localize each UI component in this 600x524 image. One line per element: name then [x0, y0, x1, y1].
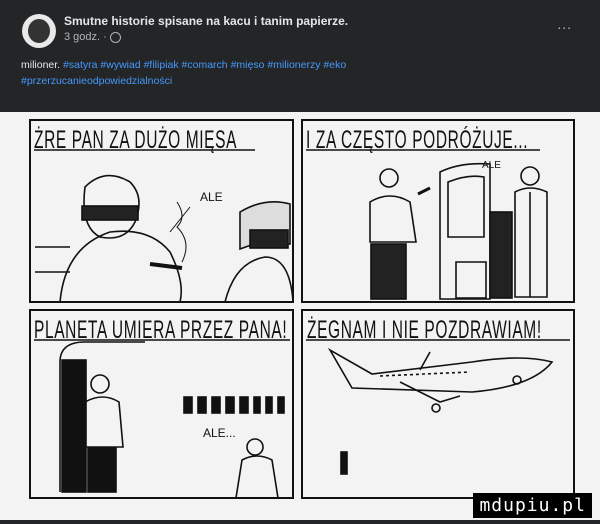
caption-text: milioner. — [21, 59, 61, 71]
hashtag[interactable]: #satyra — [63, 59, 97, 71]
hashtag[interactable]: #milionerzy — [267, 59, 320, 71]
panel-3-ale: ALE... — [203, 426, 236, 440]
page-avatar[interactable] — [22, 14, 56, 48]
globe-icon — [109, 31, 121, 43]
bottom-bar — [0, 520, 600, 524]
panel-1-ale: ALE — [200, 190, 223, 204]
panel-4-title: ŻEGNAM I NIE POZDRAWIAM! — [307, 316, 542, 344]
post-header: Smutne historie spisane na kacu i tanim … — [0, 0, 600, 112]
page-name[interactable]: Smutne historie spisane na kacu i tanim … — [64, 14, 348, 28]
hashtag[interactable]: #mięso — [231, 59, 265, 71]
hashtag[interactable]: #filipiak — [144, 59, 179, 71]
comic-image[interactable]: ŻRE PAN ZA DUŻO MIĘSA ALE I ZA CZĘSTO PO… — [0, 112, 600, 524]
post-meta: 3 godz. · — [64, 31, 121, 43]
panel-4-art — [327, 347, 554, 475]
panel-3-art — [59, 341, 285, 499]
hashtag[interactable]: #comarch — [182, 59, 228, 71]
panel-2-ale: ALE — [482, 160, 501, 171]
panel-1-title: ŻRE PAN ZA DUŻO MIĘSA — [34, 126, 238, 154]
hashtag[interactable]: #przerzucanieodpowiedzialności — [21, 75, 172, 87]
panel-2-title: I ZA CZĘSTO PODRÓŻUJE... — [306, 126, 529, 154]
site-watermark: mdupiu.pl — [473, 493, 592, 518]
panel-2-art — [369, 162, 548, 300]
hashtag[interactable]: #wywiad — [100, 59, 140, 71]
panel-1-art — [35, 174, 294, 303]
more-options-icon[interactable]: ... — [557, 16, 572, 32]
hashtag[interactable]: #eko — [323, 59, 346, 71]
panel-3-title: PLANETA UMIERA PRZEZ PANA! — [34, 316, 288, 344]
meta-separator: · — [103, 31, 107, 43]
post-time[interactable]: 3 godz. — [64, 31, 100, 43]
post-caption: milioner. #satyra #wywiad #filipiak #com… — [21, 57, 581, 89]
